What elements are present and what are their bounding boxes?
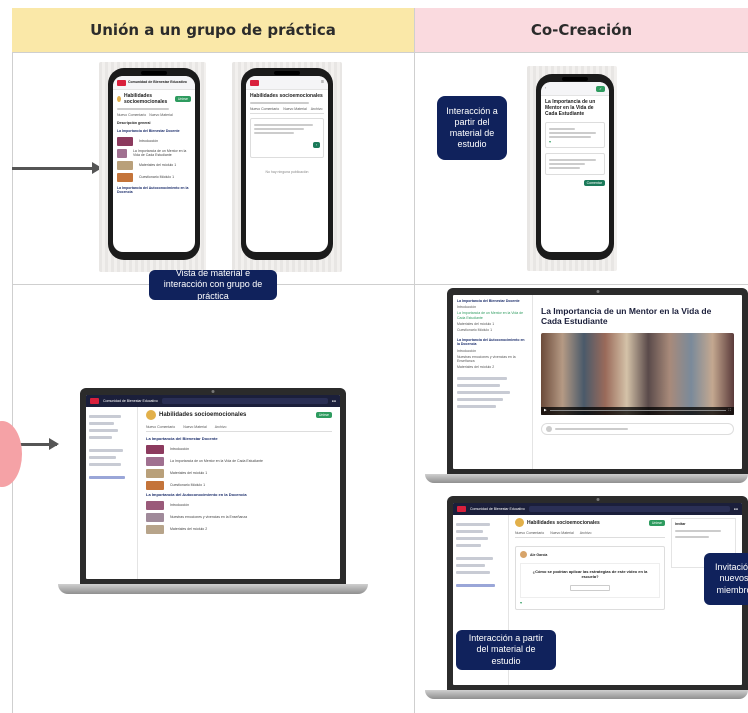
group-title: Habilidades socioemocionales — [250, 93, 323, 99]
item-label: Materiales del módulo 2 — [457, 365, 495, 370]
post-title: La Importancia de un Mentor en la Vida d… — [545, 99, 596, 117]
item-label: Introducción — [457, 348, 477, 353]
post-question: ¿Cómo se podrían aplicar las estrategias… — [532, 569, 648, 579]
item-label: Introducción — [139, 139, 159, 144]
section-title: La Importancia del Autoconocimiento en l… — [146, 491, 247, 497]
comment-card — [545, 153, 605, 176]
list-item: Materiales del módulo 1 — [117, 160, 191, 170]
phone-screen: ☰ Habilidades socioemocionales Nuevo Com… — [246, 76, 328, 252]
laptop-mockup-video: La Importancia del Bienestar Docente Int… — [425, 288, 748, 493]
divider-middle — [12, 284, 748, 285]
laptop-mockup-group: Comunidad de Bienestar Educativo ●● Habil… — [58, 388, 368, 598]
post-author: Ale García — [530, 552, 548, 557]
fullscreen-icon[interactable]: ⛶ — [729, 408, 731, 412]
label-invitacion: Invitación nuevos miembro — [704, 553, 748, 605]
tab-archivo[interactable]: Archivo — [311, 107, 323, 111]
laptop-mockup-post: Comunidad de Bienestar Educativo ●● Habil… — [425, 496, 748, 706]
label-interaccion-material-2: Interacción a partir del material de est… — [456, 630, 556, 670]
decorative-circle — [0, 421, 22, 487]
label-interaccion-material: Interacción a partir del material de est… — [437, 96, 507, 160]
post-card: Ale García ¿Cómo se podrían aplicar las … — [515, 546, 665, 610]
video-title: La Importancia de un Mentor en la Vida d… — [541, 306, 712, 326]
brand-name: Comunidad de Bienestar Educativo — [128, 80, 187, 85]
video-player[interactable]: ▶ ⛶ — [541, 332, 734, 415]
brand-name: Comunidad de Bienestar Educativo — [470, 506, 525, 511]
item-label: Nuestras emociones y vivencias en la Ens… — [170, 515, 248, 520]
header-union-grupo: Unión a un grupo de práctica — [12, 8, 414, 52]
comment-box[interactable]: › — [250, 118, 324, 159]
tab-archivo[interactable]: Archivo — [580, 531, 592, 535]
item-label: Materiales del módulo 1 — [457, 321, 495, 326]
tab-nuevo-comentario[interactable]: Nuevo Comentario — [146, 425, 175, 429]
item-label: Materiales del módulo 1 — [139, 163, 177, 168]
arrow-right-icon — [12, 162, 102, 174]
tab-nuevo-comentario[interactable]: Nuevo Comentario — [250, 107, 279, 111]
item-label: Cuestionario Módulo 1 — [139, 175, 175, 180]
section-title: La Importancia del Bienestar Docente — [117, 129, 180, 134]
divider-left-edge — [12, 52, 13, 713]
invite-title: Invitar — [675, 522, 686, 526]
group-title: Habilidades socioemocionales — [159, 412, 247, 418]
group-avatar — [117, 96, 121, 102]
list-item: La Importancia de un Mentor en la Vida d… — [117, 148, 191, 158]
join-button[interactable]: Unirse — [315, 412, 332, 418]
join-button[interactable]: Unirse — [174, 96, 191, 102]
section-title: La Importancia del Autoconocimiento en l… — [457, 338, 525, 347]
phone-topbar: Comunidad de Bienestar Educativo — [113, 76, 195, 90]
item-label: Introducción — [170, 447, 190, 452]
comment-input[interactable] — [541, 422, 734, 435]
desc-general: Descripción general — [117, 121, 151, 126]
tab-nuevo-comentario[interactable]: Nuevo Comentario — [117, 113, 146, 117]
tab-nuevo-material[interactable]: Nuevo Material — [283, 107, 307, 111]
section-title: La Importancia del Autoconocimiento en l… — [117, 185, 189, 194]
tab-nuevo-material[interactable]: Nuevo Material — [550, 531, 574, 535]
section-title: La Importancia del Bienestar Docente — [457, 299, 520, 303]
phone-screen: ‹ ✓ La Importancia de un Mentor en la Vid… — [541, 82, 609, 252]
play-icon[interactable]: ▶ — [544, 408, 547, 412]
phone-mockup-group: Comunidad de Bienestar Educativo Habilid… — [108, 68, 200, 260]
tab-archivo[interactable]: Archivo — [215, 425, 227, 429]
search-input[interactable] — [161, 398, 328, 404]
group-title: Habilidades socioemocionales — [527, 519, 600, 526]
empty-message: No hay ninguna publicación — [265, 170, 309, 175]
label-vista-material: Vista de material e interacción con grup… — [149, 268, 277, 301]
laptop-screen: Comunidad de Bienestar Educativo ●● Habil… — [86, 395, 340, 579]
tab-nuevo-comentario[interactable]: Nuevo Comentario — [515, 531, 544, 535]
item-label: La Importancia de un Mentor en la Vida d… — [132, 149, 187, 158]
item-label: Cuestionario Módulo 1 — [170, 483, 206, 488]
tab-nuevo-material[interactable]: Nuevo Material — [183, 425, 207, 429]
phone-mockup-post: ☰ Habilidades socioemocionales Nuevo Com… — [241, 68, 333, 260]
tab-nuevo-material[interactable]: Nuevo Material — [149, 113, 173, 117]
divider-top — [12, 52, 748, 53]
phone-mockup-cocreacion: ‹ ✓ La Importancia de un Mentor en la Vid… — [536, 74, 614, 260]
item-label: Cuestionario Módulo 1 — [457, 327, 493, 332]
search-input[interactable] — [528, 506, 730, 512]
list-item: Cuestionario Módulo 1 — [117, 172, 191, 182]
infographic-page: Unión a un grupo de práctica Co-Creación… — [0, 0, 748, 713]
item-label: Introducción — [457, 305, 477, 310]
item-label: Nuestras emociones y vivencias en la Ens… — [457, 354, 516, 363]
list-item: Introducción — [117, 136, 191, 146]
item-label: La Importancia de un Mentor en la Vida d… — [457, 311, 524, 320]
avatar — [520, 551, 527, 559]
join-button[interactable]: Unirse — [648, 519, 665, 526]
section-title: La Importancia del Bienestar Docente — [146, 436, 218, 442]
brand-logo-icon — [117, 79, 126, 86]
divider-vertical — [414, 8, 415, 713]
laptop-screen: La Importancia del Bienestar Docente Int… — [453, 295, 742, 469]
item-label: Materiales del módulo 1 — [170, 471, 208, 476]
header-co-creacion: Co-Creación — [415, 8, 748, 52]
comment-card: ♥ — [545, 122, 605, 149]
item-label: Introducción — [170, 503, 190, 508]
brand-name: Comunidad de Bienestar Educativo — [103, 398, 158, 403]
group-title: Habilidades socioemocionales — [123, 93, 168, 105]
phone-screen: Comunidad de Bienestar Educativo Habilid… — [113, 76, 195, 252]
item-label: La Importancia de un Mentor en la Vida d… — [170, 459, 263, 464]
item-label: Materiales del módulo 2 — [170, 527, 208, 532]
brand-logo-icon — [250, 79, 259, 86]
